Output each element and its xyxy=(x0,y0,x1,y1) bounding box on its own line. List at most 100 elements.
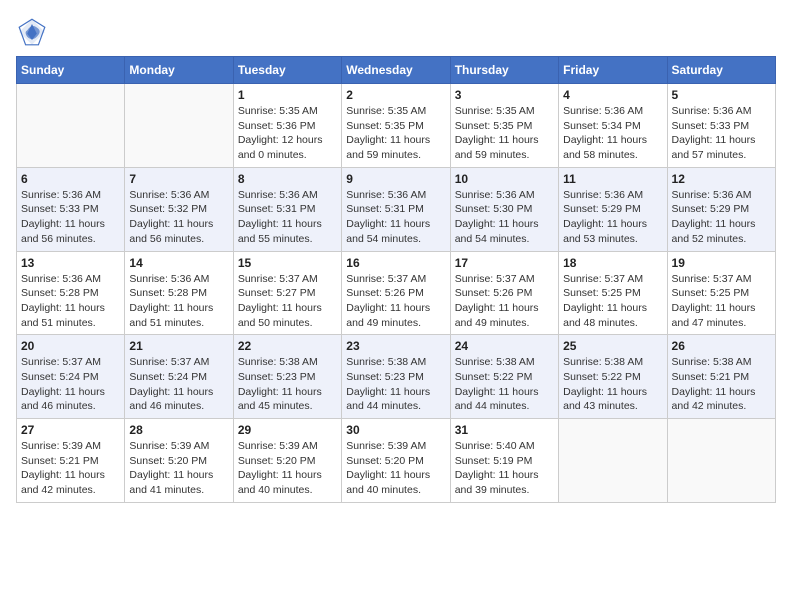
calendar-cell: 7 Sunrise: 5:36 AM Sunset: 5:32 PM Daylig… xyxy=(125,167,233,251)
day-number: 1 xyxy=(238,88,337,102)
day-info: Sunrise: 5:39 AM Sunset: 5:20 PM Dayligh… xyxy=(346,439,445,498)
calendar-cell: 22 Sunrise: 5:38 AM Sunset: 5:23 PM Dayli… xyxy=(233,335,341,419)
day-number: 16 xyxy=(346,256,445,270)
day-number: 9 xyxy=(346,172,445,186)
calendar-cell: 27 Sunrise: 5:39 AM Sunset: 5:21 PM Dayli… xyxy=(17,419,125,503)
weekday-header-monday: Monday xyxy=(125,57,233,84)
day-info: Sunrise: 5:37 AM Sunset: 5:25 PM Dayligh… xyxy=(672,272,771,331)
day-number: 23 xyxy=(346,339,445,353)
day-info: Sunrise: 5:38 AM Sunset: 5:23 PM Dayligh… xyxy=(346,355,445,414)
day-info: Sunrise: 5:36 AM Sunset: 5:30 PM Dayligh… xyxy=(455,188,554,247)
calendar-cell xyxy=(17,84,125,168)
day-number: 17 xyxy=(455,256,554,270)
day-number: 10 xyxy=(455,172,554,186)
day-number: 12 xyxy=(672,172,771,186)
day-number: 28 xyxy=(129,423,228,437)
day-number: 6 xyxy=(21,172,120,186)
day-number: 27 xyxy=(21,423,120,437)
day-info: Sunrise: 5:37 AM Sunset: 5:26 PM Dayligh… xyxy=(346,272,445,331)
calendar-cell: 18Sunrise: 5:37 AM Sunset: 5:25 PM Dayli… xyxy=(559,251,667,335)
day-number: 13 xyxy=(21,256,120,270)
day-number: 29 xyxy=(238,423,337,437)
calendar-cell: 28 Sunrise: 5:39 AM Sunset: 5:20 PM Dayli… xyxy=(125,419,233,503)
day-info: Sunrise: 5:35 AM Sunset: 5:35 PM Dayligh… xyxy=(346,104,445,163)
logo xyxy=(16,16,52,48)
calendar-cell: 26 Sunrise: 5:38 AM Sunset: 5:21 PM Dayli… xyxy=(667,335,775,419)
calendar-cell: 13 Sunrise: 5:36 AM Sunset: 5:28 PM Dayli… xyxy=(17,251,125,335)
calendar-week-row: 13 Sunrise: 5:36 AM Sunset: 5:28 PM Dayli… xyxy=(17,251,776,335)
day-number: 15 xyxy=(238,256,337,270)
calendar-cell: 6 Sunrise: 5:36 AM Sunset: 5:33 PM Daylig… xyxy=(17,167,125,251)
day-number: 5 xyxy=(672,88,771,102)
day-number: 7 xyxy=(129,172,228,186)
calendar-week-row: 1Sunrise: 5:35 AM Sunset: 5:36 PM Daylig… xyxy=(17,84,776,168)
calendar-cell: 4 Sunrise: 5:36 AM Sunset: 5:34 PM Daylig… xyxy=(559,84,667,168)
day-info: Sunrise: 5:36 AM Sunset: 5:31 PM Dayligh… xyxy=(238,188,337,247)
calendar-cell: 19 Sunrise: 5:37 AM Sunset: 5:25 PM Dayli… xyxy=(667,251,775,335)
day-info: Sunrise: 5:39 AM Sunset: 5:20 PM Dayligh… xyxy=(129,439,228,498)
day-info: Sunrise: 5:40 AM Sunset: 5:19 PM Dayligh… xyxy=(455,439,554,498)
calendar-cell: 11 Sunrise: 5:36 AM Sunset: 5:29 PM Dayli… xyxy=(559,167,667,251)
day-number: 26 xyxy=(672,339,771,353)
day-info: Sunrise: 5:37 AM Sunset: 5:24 PM Dayligh… xyxy=(21,355,120,414)
day-number: 25 xyxy=(563,339,662,353)
day-number: 18 xyxy=(563,256,662,270)
calendar-cell: 5Sunrise: 5:36 AM Sunset: 5:33 PM Daylig… xyxy=(667,84,775,168)
weekday-header-thursday: Thursday xyxy=(450,57,558,84)
day-number: 19 xyxy=(672,256,771,270)
calendar-cell: 12Sunrise: 5:36 AM Sunset: 5:29 PM Dayli… xyxy=(667,167,775,251)
day-number: 20 xyxy=(21,339,120,353)
day-info: Sunrise: 5:36 AM Sunset: 5:34 PM Dayligh… xyxy=(563,104,662,163)
day-number: 4 xyxy=(563,88,662,102)
day-info: Sunrise: 5:36 AM Sunset: 5:32 PM Dayligh… xyxy=(129,188,228,247)
calendar-cell: 31Sunrise: 5:40 AM Sunset: 5:19 PM Dayli… xyxy=(450,419,558,503)
calendar-cell: 24Sunrise: 5:38 AM Sunset: 5:22 PM Dayli… xyxy=(450,335,558,419)
day-number: 21 xyxy=(129,339,228,353)
calendar-cell: 30 Sunrise: 5:39 AM Sunset: 5:20 PM Dayli… xyxy=(342,419,450,503)
day-info: Sunrise: 5:35 AM Sunset: 5:35 PM Dayligh… xyxy=(455,104,554,163)
day-info: Sunrise: 5:36 AM Sunset: 5:33 PM Dayligh… xyxy=(21,188,120,247)
day-number: 8 xyxy=(238,172,337,186)
day-number: 22 xyxy=(238,339,337,353)
calendar-cell: 15 Sunrise: 5:37 AM Sunset: 5:27 PM Dayli… xyxy=(233,251,341,335)
day-info: Sunrise: 5:36 AM Sunset: 5:29 PM Dayligh… xyxy=(563,188,662,247)
weekday-header-sunday: Sunday xyxy=(17,57,125,84)
day-number: 3 xyxy=(455,88,554,102)
day-info: Sunrise: 5:39 AM Sunset: 5:21 PM Dayligh… xyxy=(21,439,120,498)
calendar-cell: 9 Sunrise: 5:36 AM Sunset: 5:31 PM Daylig… xyxy=(342,167,450,251)
day-info: Sunrise: 5:38 AM Sunset: 5:22 PM Dayligh… xyxy=(563,355,662,414)
day-number: 30 xyxy=(346,423,445,437)
calendar-cell: 1Sunrise: 5:35 AM Sunset: 5:36 PM Daylig… xyxy=(233,84,341,168)
calendar-week-row: 6 Sunrise: 5:36 AM Sunset: 5:33 PM Daylig… xyxy=(17,167,776,251)
day-number: 24 xyxy=(455,339,554,353)
calendar-table: SundayMondayTuesdayWednesdayThursdayFrid… xyxy=(16,56,776,503)
calendar-cell: 16 Sunrise: 5:37 AM Sunset: 5:26 PM Dayli… xyxy=(342,251,450,335)
calendar-cell: 2 Sunrise: 5:35 AM Sunset: 5:35 PM Daylig… xyxy=(342,84,450,168)
calendar-cell xyxy=(667,419,775,503)
day-info: Sunrise: 5:36 AM Sunset: 5:28 PM Dayligh… xyxy=(21,272,120,331)
calendar-cell: 10 Sunrise: 5:36 AM Sunset: 5:30 PM Dayli… xyxy=(450,167,558,251)
page-header xyxy=(16,16,776,48)
weekday-header-wednesday: Wednesday xyxy=(342,57,450,84)
calendar-cell: 23 Sunrise: 5:38 AM Sunset: 5:23 PM Dayli… xyxy=(342,335,450,419)
weekday-header-tuesday: Tuesday xyxy=(233,57,341,84)
day-info: Sunrise: 5:37 AM Sunset: 5:27 PM Dayligh… xyxy=(238,272,337,331)
logo-icon xyxy=(16,16,48,48)
calendar-header: SundayMondayTuesdayWednesdayThursdayFrid… xyxy=(17,57,776,84)
calendar-cell: 20 Sunrise: 5:37 AM Sunset: 5:24 PM Dayli… xyxy=(17,335,125,419)
day-number: 2 xyxy=(346,88,445,102)
calendar-cell: 21 Sunrise: 5:37 AM Sunset: 5:24 PM Dayli… xyxy=(125,335,233,419)
calendar-cell xyxy=(125,84,233,168)
calendar-body: 1Sunrise: 5:35 AM Sunset: 5:36 PM Daylig… xyxy=(17,84,776,503)
weekday-header-row: SundayMondayTuesdayWednesdayThursdayFrid… xyxy=(17,57,776,84)
day-info: Sunrise: 5:36 AM Sunset: 5:31 PM Dayligh… xyxy=(346,188,445,247)
day-info: Sunrise: 5:38 AM Sunset: 5:21 PM Dayligh… xyxy=(672,355,771,414)
day-info: Sunrise: 5:38 AM Sunset: 5:23 PM Dayligh… xyxy=(238,355,337,414)
day-number: 14 xyxy=(129,256,228,270)
calendar-cell xyxy=(559,419,667,503)
calendar-cell: 14Sunrise: 5:36 AM Sunset: 5:28 PM Dayli… xyxy=(125,251,233,335)
calendar-cell: 25 Sunrise: 5:38 AM Sunset: 5:22 PM Dayli… xyxy=(559,335,667,419)
day-info: Sunrise: 5:37 AM Sunset: 5:24 PM Dayligh… xyxy=(129,355,228,414)
day-info: Sunrise: 5:39 AM Sunset: 5:20 PM Dayligh… xyxy=(238,439,337,498)
day-number: 11 xyxy=(563,172,662,186)
